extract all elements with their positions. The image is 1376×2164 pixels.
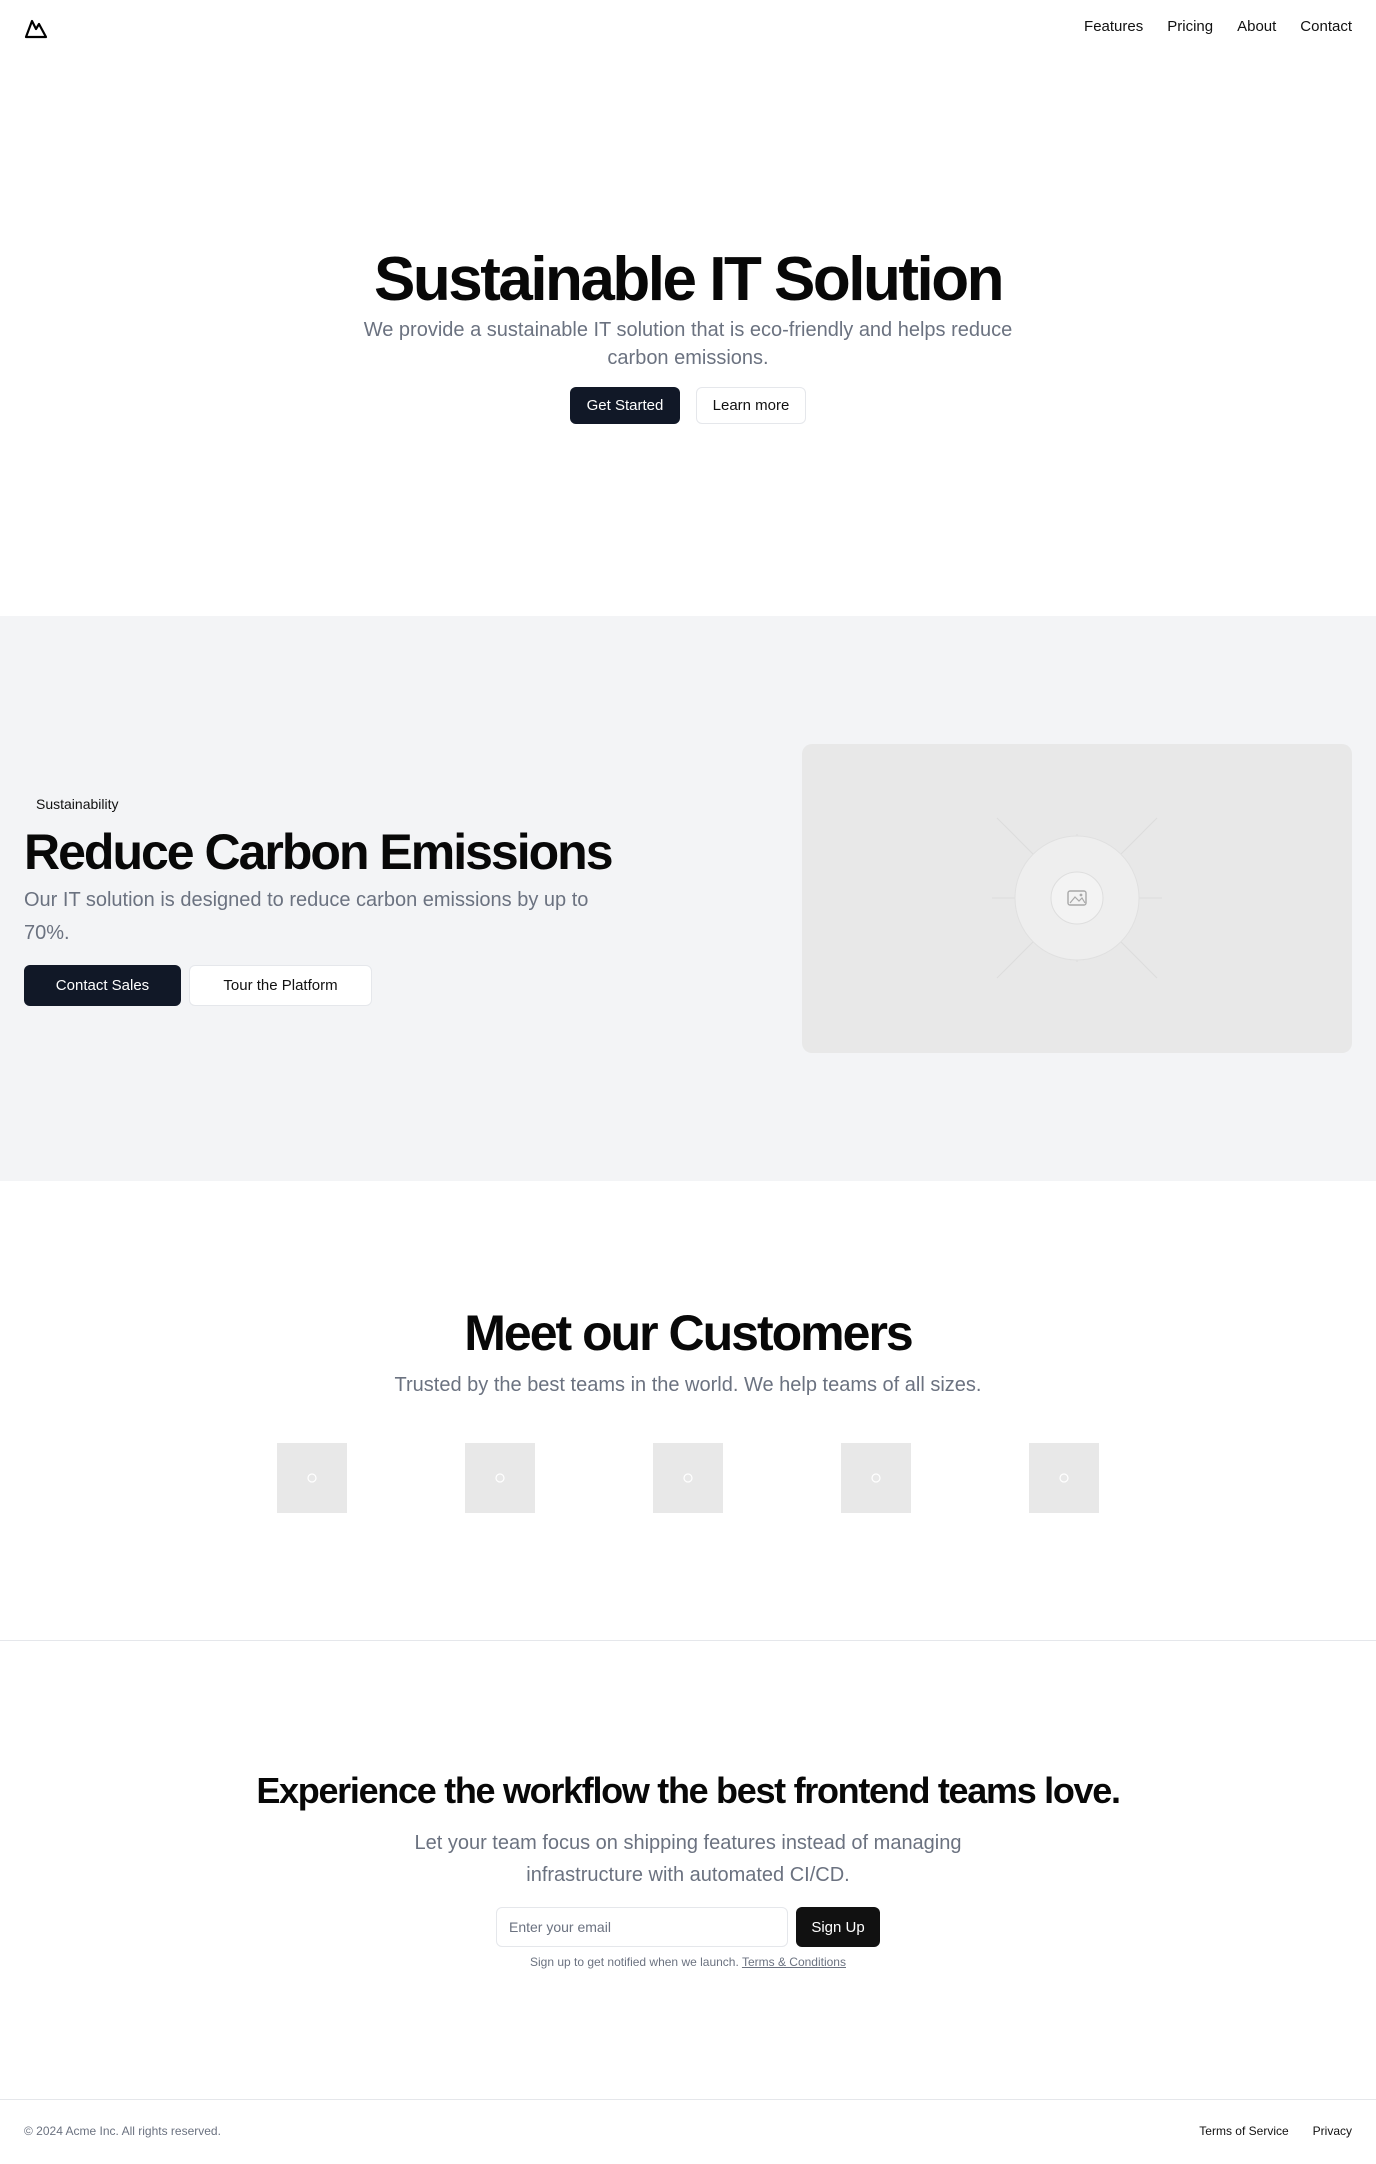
customers-section: Meet our Customers Trusted by the best t… xyxy=(0,1181,1376,1640)
nav-about[interactable]: About xyxy=(1237,18,1276,35)
site-header: Features Pricing About Contact xyxy=(0,0,1376,56)
image-placeholder-icon xyxy=(992,817,1162,979)
hero-subtitle: We provide a sustainable IT solution tha… xyxy=(363,319,1013,369)
cta-text: Let your team focus on shipping features… xyxy=(414,1832,962,1886)
sustainability-section: Sustainability Reduce Carbon Emissions O… xyxy=(0,616,1376,1181)
email-input[interactable] xyxy=(496,1907,788,1947)
fine-print-text: Sign up to get notified when we launch. xyxy=(530,1955,739,1969)
customer-logo xyxy=(841,1443,911,1513)
site-footer: © 2024 Acme Inc. All rights reserved. Te… xyxy=(0,2099,1376,2164)
sustainability-text: Our IT solution is designed to reduce ca… xyxy=(24,889,589,944)
learn-more-button[interactable]: Learn more xyxy=(696,387,806,424)
hero-buttons: Get Started Learn more xyxy=(0,387,1376,424)
terms-conditions-link[interactable]: Terms & Conditions xyxy=(742,1955,846,1969)
logo-placeholder-icon xyxy=(307,1473,317,1483)
contact-sales-button[interactable]: Contact Sales xyxy=(24,965,181,1006)
customers-title: Meet our Customers xyxy=(464,1305,913,1361)
get-started-button[interactable]: Get Started xyxy=(570,387,680,424)
signup-form: Sign Up xyxy=(496,1907,880,1947)
customer-logo xyxy=(653,1443,723,1513)
sustainability-buttons: Contact Sales Tour the Platform xyxy=(24,965,372,1006)
nav-features[interactable]: Features xyxy=(1084,18,1143,35)
sustainability-badge: Sustainability xyxy=(24,792,131,816)
privacy-link[interactable]: Privacy xyxy=(1313,2124,1352,2138)
logo-placeholder-icon xyxy=(871,1473,881,1483)
tour-platform-button[interactable]: Tour the Platform xyxy=(189,965,372,1006)
customers-subtitle: Trusted by the best teams in the world. … xyxy=(394,1374,982,1396)
nav-pricing[interactable]: Pricing xyxy=(1167,18,1213,35)
customer-logo xyxy=(277,1443,347,1513)
nav-contact[interactable]: Contact xyxy=(1300,18,1352,35)
footer-links: Terms of Service Privacy xyxy=(1199,2124,1352,2138)
logo-placeholder-icon xyxy=(1059,1473,1069,1483)
cta-title: Experience the workflow the best fronten… xyxy=(256,1770,1121,1811)
logo-placeholder-icon xyxy=(683,1473,693,1483)
customer-logo xyxy=(465,1443,535,1513)
hero-title: Sustainable IT Solution xyxy=(374,245,1004,314)
image-placeholder xyxy=(802,744,1352,1053)
logo-placeholder-icon xyxy=(495,1473,505,1483)
sign-up-button[interactable]: Sign Up xyxy=(796,1907,880,1947)
mountain-icon[interactable] xyxy=(24,16,48,40)
customer-logos xyxy=(277,1443,1099,1513)
sustainability-title: Reduce Carbon Emissions xyxy=(24,824,613,880)
copyright: © 2024 Acme Inc. All rights reserved. xyxy=(24,2124,221,2138)
hero-section: Sustainable IT Solution We provide a sus… xyxy=(0,56,1376,616)
customer-logo xyxy=(1029,1443,1099,1513)
main-nav: Features Pricing About Contact xyxy=(1084,18,1352,35)
signup-fine-print: Sign up to get notified when we launch. … xyxy=(0,1955,1376,1969)
terms-of-service-link[interactable]: Terms of Service xyxy=(1199,2124,1288,2138)
cta-section: Experience the workflow the best fronten… xyxy=(0,1641,1376,2099)
